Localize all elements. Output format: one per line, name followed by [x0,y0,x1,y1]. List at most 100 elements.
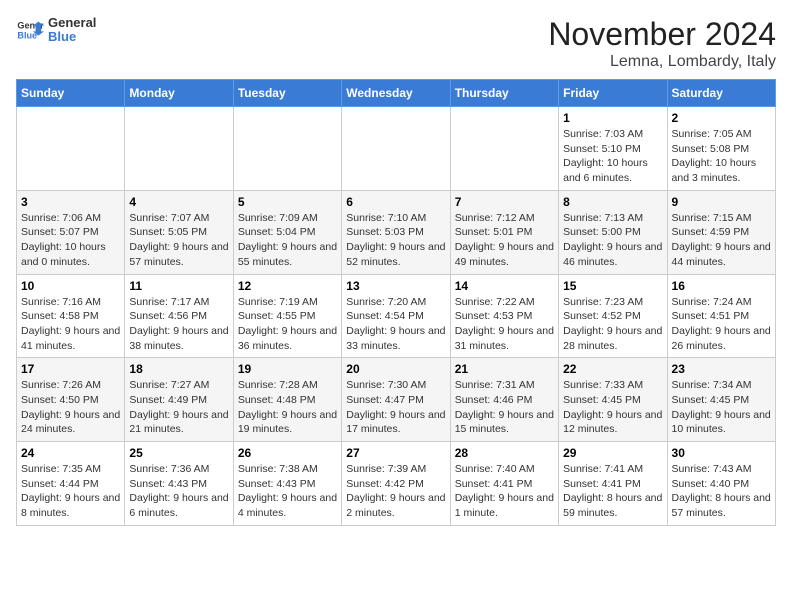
calendar-day-cell: 19 Sunrise: 7:28 AM Sunset: 4:48 PM Dayli… [233,358,341,442]
day-number: 25 [129,446,228,460]
day-info: Sunrise: 7:30 AM Sunset: 4:47 PM Dayligh… [346,378,445,437]
day-info: Sunrise: 7:06 AM Sunset: 5:07 PM Dayligh… [21,211,120,270]
calendar-day-cell: 7 Sunrise: 7:12 AM Sunset: 5:01 PM Daylig… [450,190,558,274]
calendar-day-cell: 25 Sunrise: 7:36 AM Sunset: 4:43 PM Dayli… [125,442,233,526]
day-info: Sunrise: 7:36 AM Sunset: 4:43 PM Dayligh… [129,462,228,521]
calendar-day-cell: 1Sunrise: 7:03 AM Sunset: 5:10 PM Daylig… [559,107,667,191]
calendar-day-cell: 4 Sunrise: 7:07 AM Sunset: 5:05 PM Daylig… [125,190,233,274]
calendar-day-cell: 11Sunrise: 7:17 AM Sunset: 4:56 PM Dayli… [125,274,233,358]
day-info: Sunrise: 7:38 AM Sunset: 4:43 PM Dayligh… [238,462,337,521]
calendar-day-cell: 9Sunrise: 7:15 AM Sunset: 4:59 PM Daylig… [667,190,775,274]
calendar-day-cell: 2 Sunrise: 7:05 AM Sunset: 5:08 PM Daylig… [667,107,775,191]
calendar-week-row: 3 Sunrise: 7:06 AM Sunset: 5:07 PM Daylig… [17,190,776,274]
day-number: 7 [455,195,554,209]
weekday-header-row: SundayMondayTuesdayWednesdayThursdayFrid… [17,80,776,107]
calendar-day-cell: 26 Sunrise: 7:38 AM Sunset: 4:43 PM Dayli… [233,442,341,526]
calendar: SundayMondayTuesdayWednesdayThursdayFrid… [16,79,776,526]
day-info: Sunrise: 7:07 AM Sunset: 5:05 PM Dayligh… [129,211,228,270]
day-info: Sunrise: 7:33 AM Sunset: 4:45 PM Dayligh… [563,378,662,437]
day-info: Sunrise: 7:35 AM Sunset: 4:44 PM Dayligh… [21,462,120,521]
calendar-day-cell: 13 Sunrise: 7:20 AM Sunset: 4:54 PM Dayli… [342,274,450,358]
day-info: Sunrise: 7:16 AM Sunset: 4:58 PM Dayligh… [21,295,120,354]
day-info: Sunrise: 7:27 AM Sunset: 4:49 PM Dayligh… [129,378,228,437]
day-number: 2 [672,111,771,125]
title-block: November 2024 Lemna, Lombardy, Italy [548,16,776,71]
calendar-day-cell: 10 Sunrise: 7:16 AM Sunset: 4:58 PM Dayli… [17,274,125,358]
day-number: 21 [455,362,554,376]
weekday-header: Thursday [450,80,558,107]
day-number: 17 [21,362,120,376]
calendar-day-cell: 22 Sunrise: 7:33 AM Sunset: 4:45 PM Dayli… [559,358,667,442]
day-info: Sunrise: 7:05 AM Sunset: 5:08 PM Dayligh… [672,127,771,186]
day-number: 24 [21,446,120,460]
day-info: Sunrise: 7:22 AM Sunset: 4:53 PM Dayligh… [455,295,554,354]
calendar-day-cell: 23Sunrise: 7:34 AM Sunset: 4:45 PM Dayli… [667,358,775,442]
day-info: Sunrise: 7:24 AM Sunset: 4:51 PM Dayligh… [672,295,771,354]
day-number: 26 [238,446,337,460]
calendar-day-cell [125,107,233,191]
day-info: Sunrise: 7:43 AM Sunset: 4:40 PM Dayligh… [672,462,771,521]
calendar-day-cell: 24 Sunrise: 7:35 AM Sunset: 4:44 PM Dayli… [17,442,125,526]
calendar-day-cell: 14 Sunrise: 7:22 AM Sunset: 4:53 PM Dayli… [450,274,558,358]
calendar-day-cell: 5 Sunrise: 7:09 AM Sunset: 5:04 PM Daylig… [233,190,341,274]
calendar-day-cell: 27 Sunrise: 7:39 AM Sunset: 4:42 PM Dayli… [342,442,450,526]
day-info: Sunrise: 7:09 AM Sunset: 5:04 PM Dayligh… [238,211,337,270]
day-number: 18 [129,362,228,376]
calendar-day-cell: 15 Sunrise: 7:23 AM Sunset: 4:52 PM Dayli… [559,274,667,358]
calendar-day-cell: 21 Sunrise: 7:31 AM Sunset: 4:46 PM Dayli… [450,358,558,442]
page-header: General Blue General Blue November 2024 … [16,16,776,71]
calendar-week-row: 24 Sunrise: 7:35 AM Sunset: 4:44 PM Dayli… [17,442,776,526]
logo: General Blue General Blue [16,16,96,45]
day-number: 29 [563,446,662,460]
calendar-day-cell: 8 Sunrise: 7:13 AM Sunset: 5:00 PM Daylig… [559,190,667,274]
weekday-header: Monday [125,80,233,107]
day-info: Sunrise: 7:03 AM Sunset: 5:10 PM Dayligh… [563,127,662,186]
weekday-header: Friday [559,80,667,107]
calendar-week-row: 1Sunrise: 7:03 AM Sunset: 5:10 PM Daylig… [17,107,776,191]
day-number: 5 [238,195,337,209]
day-info: Sunrise: 7:15 AM Sunset: 4:59 PM Dayligh… [672,211,771,270]
day-number: 14 [455,279,554,293]
day-number: 10 [21,279,120,293]
day-number: 15 [563,279,662,293]
calendar-day-cell: 30 Sunrise: 7:43 AM Sunset: 4:40 PM Dayli… [667,442,775,526]
calendar-day-cell: 3 Sunrise: 7:06 AM Sunset: 5:07 PM Daylig… [17,190,125,274]
logo-icon: General Blue [16,16,44,44]
calendar-week-row: 10 Sunrise: 7:16 AM Sunset: 4:58 PM Dayli… [17,274,776,358]
calendar-day-cell: 6 Sunrise: 7:10 AM Sunset: 5:03 PM Daylig… [342,190,450,274]
day-info: Sunrise: 7:12 AM Sunset: 5:01 PM Dayligh… [455,211,554,270]
day-number: 27 [346,446,445,460]
day-number: 8 [563,195,662,209]
day-info: Sunrise: 7:10 AM Sunset: 5:03 PM Dayligh… [346,211,445,270]
day-number: 13 [346,279,445,293]
day-info: Sunrise: 7:41 AM Sunset: 4:41 PM Dayligh… [563,462,662,521]
calendar-day-cell [17,107,125,191]
day-info: Sunrise: 7:40 AM Sunset: 4:41 PM Dayligh… [455,462,554,521]
day-info: Sunrise: 7:13 AM Sunset: 5:00 PM Dayligh… [563,211,662,270]
day-info: Sunrise: 7:31 AM Sunset: 4:46 PM Dayligh… [455,378,554,437]
location: Lemna, Lombardy, Italy [548,53,776,71]
calendar-day-cell: 28 Sunrise: 7:40 AM Sunset: 4:41 PM Dayli… [450,442,558,526]
day-info: Sunrise: 7:23 AM Sunset: 4:52 PM Dayligh… [563,295,662,354]
day-info: Sunrise: 7:17 AM Sunset: 4:56 PM Dayligh… [129,295,228,354]
calendar-day-cell: 18 Sunrise: 7:27 AM Sunset: 4:49 PM Dayli… [125,358,233,442]
day-number: 28 [455,446,554,460]
weekday-header: Wednesday [342,80,450,107]
weekday-header: Saturday [667,80,775,107]
day-number: 6 [346,195,445,209]
day-number: 22 [563,362,662,376]
month-title: November 2024 [548,16,776,53]
calendar-day-cell: 17 Sunrise: 7:26 AM Sunset: 4:50 PM Dayli… [17,358,125,442]
day-number: 4 [129,195,228,209]
day-number: 30 [672,446,771,460]
day-info: Sunrise: 7:26 AM Sunset: 4:50 PM Dayligh… [21,378,120,437]
day-number: 3 [21,195,120,209]
calendar-day-cell [450,107,558,191]
day-info: Sunrise: 7:20 AM Sunset: 4:54 PM Dayligh… [346,295,445,354]
day-info: Sunrise: 7:39 AM Sunset: 4:42 PM Dayligh… [346,462,445,521]
day-info: Sunrise: 7:28 AM Sunset: 4:48 PM Dayligh… [238,378,337,437]
day-number: 19 [238,362,337,376]
calendar-day-cell [233,107,341,191]
day-number: 23 [672,362,771,376]
day-number: 20 [346,362,445,376]
